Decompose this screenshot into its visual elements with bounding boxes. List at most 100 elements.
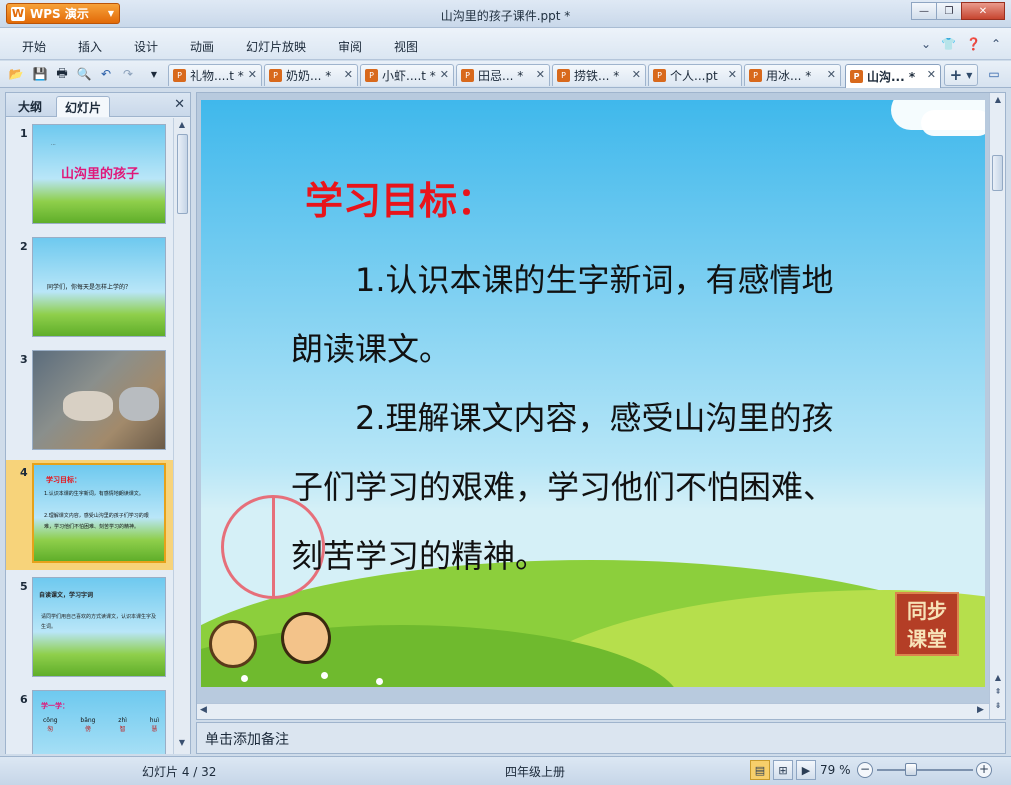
- document-tab[interactable]: P 山沟... * ✕: [845, 64, 941, 88]
- flower-decoration: [376, 678, 383, 685]
- close-tab-icon[interactable]: ✕: [728, 68, 737, 81]
- menu-home[interactable]: 开始: [22, 38, 46, 55]
- slideshow-view-button[interactable]: ▶: [796, 760, 816, 780]
- cloud-decoration: [921, 110, 985, 136]
- document-tab[interactable]: P 小虾....t * ✕: [360, 64, 454, 86]
- pinyin-text: huì: [149, 717, 159, 724]
- thumbnail-scrollbar[interactable]: ▲ ▼: [173, 118, 190, 754]
- document-tab[interactable]: P 用冰... * ✕: [744, 64, 841, 86]
- slide-vertical-scrollbar[interactable]: ▲ ▲ ⇞ ⇟: [989, 93, 1005, 719]
- slide-counter: 幻灯片 4 / 32: [142, 765, 217, 779]
- thumbnail-slide-5[interactable]: 5 自读课文，学习字词 请同学们用自己喜欢的方式读课文，认识本课生字及生词。: [6, 574, 173, 684]
- scroll-up-icon[interactable]: ▲: [992, 95, 1004, 109]
- menu-animation[interactable]: 动画: [190, 38, 214, 55]
- thumbnail-slide-4[interactable]: 4 学习目标： 1.认识本课的生字新词，有感情地朗读课文。 2.理解课文内容，感…: [6, 460, 173, 570]
- previous-slide-icon[interactable]: ⇞: [992, 687, 1004, 701]
- logo-text: 同步: [907, 599, 947, 623]
- print-icon[interactable]: 🖶: [54, 66, 70, 82]
- help-icon[interactable]: ❓: [966, 37, 981, 51]
- zoom-in-icon[interactable]: +: [976, 762, 992, 778]
- thumbnail-preview: 学一学： cōng 匆 bǎng 傍 zhì 智 huì 慧: [32, 690, 166, 754]
- thumbnail-text: 请同学们用自己喜欢的方式读课文，认识本课生字及生词。: [41, 614, 157, 630]
- thumbnail-text: 自读课文，学习字词: [39, 592, 94, 599]
- slide-sorter-view-button[interactable]: ⊞: [773, 760, 793, 780]
- scroll-right-icon[interactable]: ▶: [977, 705, 984, 715]
- thumbnail-slide-2[interactable]: 2 同学们，你每天是怎样上学的？: [6, 234, 173, 344]
- close-tab-icon[interactable]: ✕: [248, 68, 257, 81]
- ribbon-options-icon[interactable]: ⌃: [991, 37, 1001, 51]
- scroll-up-icon[interactable]: ▲: [992, 673, 1004, 687]
- tab-slides[interactable]: 幻灯片: [56, 96, 111, 117]
- close-tab-icon[interactable]: ✕: [632, 68, 641, 81]
- presentation-file-icon: P: [749, 69, 762, 82]
- next-slide-icon[interactable]: ⇟: [992, 701, 1004, 715]
- close-tab-icon[interactable]: ✕: [827, 68, 836, 81]
- menu-review[interactable]: 审阅: [338, 38, 362, 55]
- print-preview-icon[interactable]: 🔍: [76, 66, 92, 82]
- document-tab-label: 奶奶... *: [286, 69, 332, 83]
- thumbnail-slide-1[interactable]: 1 ... 山沟里的孩子: [6, 121, 173, 231]
- close-tab-icon[interactable]: ✕: [440, 68, 449, 81]
- document-tab[interactable]: P 捞铁... * ✕: [552, 64, 646, 86]
- open-icon[interactable]: 📂: [8, 66, 24, 82]
- document-tab[interactable]: P 田忌... * ✕: [456, 64, 550, 86]
- document-tab-label: 用冰... *: [766, 69, 812, 83]
- presentation-file-icon: P: [850, 70, 863, 83]
- skin-icon[interactable]: 👕: [941, 37, 956, 51]
- menu-slideshow[interactable]: 幻灯片放映: [246, 38, 306, 55]
- hanzi-text: 匆: [47, 726, 54, 733]
- zoom-out-icon[interactable]: −: [857, 762, 873, 778]
- collapse-ribbon-icon[interactable]: ⌄: [921, 37, 931, 51]
- thumbnail-slide-3[interactable]: 3: [6, 347, 173, 457]
- slide-navigation-pane: 大纲 幻灯片 ✕ 1 ... 山沟里的孩子 2 同学们，你每天是怎样上学的？ 3: [5, 92, 191, 754]
- thumbnail-text: 同学们，你每天是怎样上学的？: [47, 284, 132, 291]
- scrollbar-thumb[interactable]: [992, 155, 1003, 191]
- close-tab-icon[interactable]: ✕: [536, 68, 545, 81]
- document-tab[interactable]: P 奶奶... * ✕: [264, 64, 358, 86]
- close-tab-icon[interactable]: ✕: [344, 68, 353, 81]
- pinyin-text: cōng: [43, 717, 58, 724]
- thumbnail-number: 2: [20, 240, 28, 253]
- zoom-slider-track[interactable]: [877, 769, 973, 771]
- zoom-level: 79 %: [820, 763, 851, 777]
- slide-horizontal-scrollbar[interactable]: ◀ ▶: [197, 703, 989, 719]
- undo-icon[interactable]: ↶: [98, 66, 114, 82]
- thumbnail-text: 学习目标：: [46, 476, 81, 484]
- scrollbar-thumb[interactable]: [177, 134, 188, 214]
- scroll-down-icon[interactable]: ▼: [176, 738, 188, 752]
- scroll-up-icon[interactable]: ▲: [176, 120, 188, 134]
- menu-design[interactable]: 设计: [134, 38, 158, 55]
- pinyin-item: zhì 智: [118, 717, 127, 733]
- menu-view[interactable]: 视图: [394, 38, 418, 55]
- restore-button[interactable]: ❐: [936, 2, 962, 20]
- document-tab[interactable]: P 礼物....t * ✕: [168, 64, 262, 86]
- normal-view-button[interactable]: ▤: [750, 760, 770, 780]
- slide-title[interactable]: 学习目标：: [305, 170, 495, 225]
- customize-toolbar-icon[interactable]: ▼: [146, 66, 162, 82]
- current-slide[interactable]: 学习目标： 1.认识本课的生字新词，有感情地朗读课文。 2.理解课文内容，感受山…: [201, 100, 985, 687]
- pinyin-text: bǎng: [80, 717, 96, 724]
- zoom-slider-handle[interactable]: [904, 763, 917, 776]
- scroll-left-icon[interactable]: ◀: [200, 705, 207, 715]
- thumbnail-slide-6[interactable]: 6 学一学： cōng 匆 bǎng 傍 zhì 智 huì 慧: [6, 687, 173, 754]
- redo-icon[interactable]: ↷: [120, 66, 136, 82]
- menu-insert[interactable]: 插入: [78, 38, 102, 55]
- notes-input[interactable]: 单击添加备注: [196, 722, 1006, 754]
- window-list-icon[interactable]: ▭: [986, 66, 1002, 82]
- minimize-button[interactable]: —: [911, 2, 937, 20]
- close-tab-icon[interactable]: ✕: [927, 68, 936, 81]
- tab-outline[interactable]: 大纲: [10, 96, 50, 117]
- document-tab-label: 山沟... *: [867, 70, 916, 84]
- play-icon: ▶: [801, 763, 811, 777]
- menu-right-icons: ⌄ 👕 ❓ ⌃: [921, 37, 1001, 51]
- close-button[interactable]: ✕: [961, 2, 1005, 20]
- document-tab[interactable]: P 个人...pt ✕: [648, 64, 742, 86]
- new-tab-button[interactable]: + ▼: [944, 64, 978, 86]
- hanzi-text: 慧: [151, 726, 158, 733]
- slide-body-text[interactable]: 1.认识本课的生字新词，有感情地朗读课文。 2.理解课文内容，感受山沟里的孩子们…: [291, 246, 841, 591]
- save-icon[interactable]: 💾: [32, 66, 48, 82]
- slide-edit-area: 学习目标： 1.认识本课的生字新词，有感情地朗读课文。 2.理解课文内容，感受山…: [196, 92, 1006, 720]
- pinyin-text: zhì: [118, 717, 127, 724]
- close-pane-icon[interactable]: ✕: [174, 97, 185, 112]
- hanzi-text: 智: [119, 726, 126, 733]
